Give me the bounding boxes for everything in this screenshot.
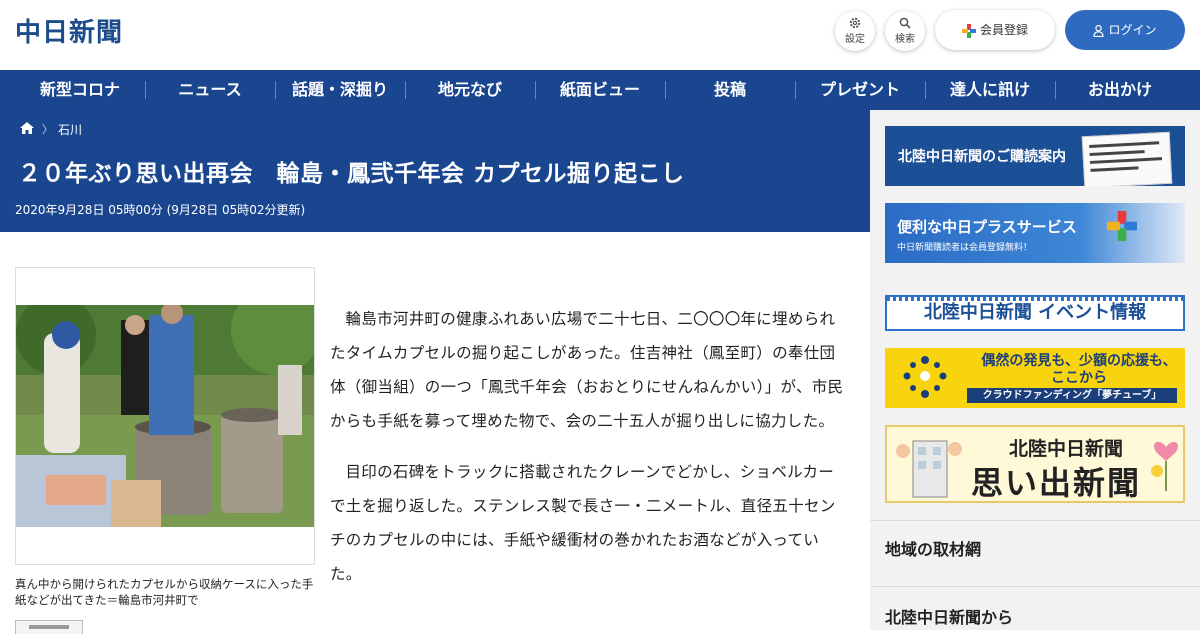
newspaper-icon — [1081, 131, 1173, 186]
crowdfunding-text: 偶然の発見も、少額の応援も、ここから — [981, 353, 1177, 386]
chunichi-plus-banner[interactable]: 便利な中日プラスサービス 中日新聞購読者は会員登録無料！ — [885, 203, 1185, 263]
dots-logo-icon — [903, 356, 947, 398]
crowdfunding-bar: クラウドファンディング「夢チューブ」 — [967, 388, 1177, 403]
sidebar-divider — [870, 586, 1200, 587]
nav-item-corona[interactable]: 新型コロナ — [15, 70, 145, 110]
memories-newspaper-banner[interactable]: 北陸中日新聞 思い出新聞 — [885, 425, 1185, 503]
login-label: ログイン — [1108, 23, 1157, 37]
nav-item-post[interactable]: 投稿 — [665, 70, 795, 110]
chunichi-plus-title: 便利な中日プラスサービス — [897, 218, 1077, 236]
photo-caption: 真ん中から開けられたカプセルから収納ケースに入った手紙などが出てきた＝輪島市河井… — [15, 577, 314, 607]
plus-logo-icon — [1107, 211, 1137, 241]
settings-label: 設定 — [845, 34, 865, 45]
nav-item-outing[interactable]: お出かけ — [1055, 70, 1185, 110]
nav-item-topics[interactable]: 話題・深掘り — [275, 70, 405, 110]
site-logo[interactable]: 中日新聞 — [15, 12, 123, 49]
article-paragraph: 目印の石碑をトラックに搭載されたクレーンでどかし、ショベルカーで土を掘り返した。… — [330, 463, 836, 583]
sidebar-section-title[interactable]: 地域の取材網 — [885, 536, 981, 560]
memories-banner-line2: 思い出新聞 — [971, 464, 1142, 502]
article-paragraph: 輪島市河井町の健康ふれあい広場で二十七日、二〇〇〇年に埋められたタイムカプセルの… — [330, 310, 844, 430]
subscription-banner-label: 北陸中日新聞のご購読案内 — [898, 149, 1066, 165]
user-icon — [1093, 24, 1105, 37]
event-info-label: 北陸中日新聞 イベント情報 — [923, 302, 1147, 323]
memories-banner-line1: 北陸中日新聞 — [1009, 438, 1124, 460]
sidebar-divider — [870, 520, 1200, 521]
nav-item-present[interactable]: プレゼント — [795, 70, 925, 110]
search-button[interactable]: 検索 — [885, 11, 925, 51]
building-illustration-icon — [896, 440, 962, 498]
login-button[interactable]: ログイン — [1065, 10, 1185, 50]
nav-item-paper-view[interactable]: 紙面ビュー — [535, 70, 665, 110]
breadcrumb-category[interactable]: 石川 — [58, 121, 82, 138]
article-header: 〉 石川 ２０年ぶり思い出再会 輪島・鳳弐千年会 カプセル掘り起こし 2020年… — [0, 110, 870, 232]
balloons-icon — [1151, 441, 1178, 491]
thumbnail-image — [29, 625, 69, 629]
crowdfunding-banner[interactable]: 偶然の発見も、少額の応援も、ここから クラウドファンディング「夢チューブ」 — [885, 348, 1185, 408]
site-header: 中日新聞 設定 検索 会員登録 ログイン — [0, 0, 1200, 70]
article-body: 輪島市河井町の健康ふれあい広場で二十七日、二〇〇〇年に埋められたタイムカプセルの… — [330, 302, 845, 608]
article-date: 2020年9月28日 05時00分 (9月28日 05時02分更新) — [15, 203, 306, 217]
nav-item-news[interactable]: ニュース — [145, 70, 275, 110]
breadcrumb-chevron-icon: 〉 — [42, 123, 53, 136]
settings-button[interactable]: 設定 — [835, 11, 875, 51]
plus-icon — [961, 23, 976, 38]
nav-item-local[interactable]: 地元なび — [405, 70, 535, 110]
photo-thumbnail[interactable] — [15, 620, 83, 634]
search-icon — [899, 17, 911, 29]
nav-item-expert[interactable]: 達人に訊け — [925, 70, 1055, 110]
register-label: 会員登録 — [979, 23, 1028, 37]
article-photo — [16, 305, 314, 527]
main-nav: 新型コロナ ニュース 話題・深掘り 地元なび 紙面ビュー 投稿 プレゼント 達人… — [0, 70, 1200, 110]
article-photo-frame[interactable] — [15, 267, 315, 565]
subscription-banner[interactable]: 北陸中日新聞のご購読案内 — [885, 126, 1185, 186]
register-button[interactable]: 会員登録 — [935, 10, 1055, 50]
event-info-banner[interactable]: 北陸中日新聞 イベント情報 — [885, 295, 1185, 331]
sidebar: 北陸中日新聞のご購読案内 便利な中日プラスサービス 中日新聞購読者は会員登録無料… — [870, 110, 1200, 630]
home-icon[interactable] — [20, 122, 34, 134]
chunichi-plus-subtitle: 中日新聞購読者は会員登録無料！ — [897, 243, 1033, 253]
sidebar-section-title[interactable]: 北陸中日新聞から — [885, 604, 1013, 628]
gear-icon — [849, 17, 861, 29]
article-title: ２０年ぶり思い出再会 輪島・鳳弐千年会 カプセル掘り起こし — [18, 161, 685, 187]
search-label: 検索 — [895, 34, 915, 45]
